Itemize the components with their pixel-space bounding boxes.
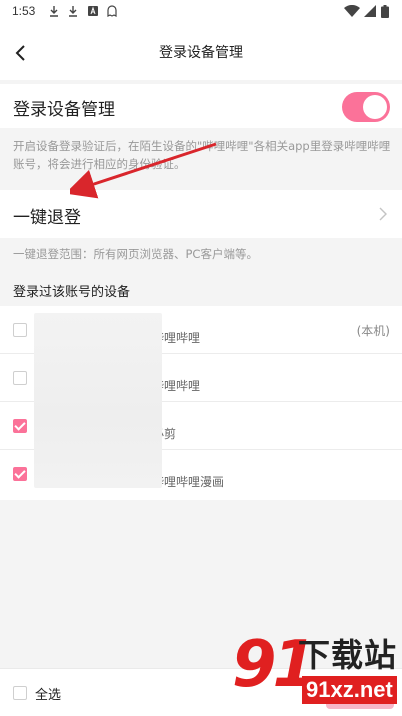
ghost-icon (107, 5, 117, 17)
download-icon (69, 6, 77, 17)
app-bar: 登录设备管理 (0, 24, 402, 80)
watermark-domain: 91xz.net (302, 676, 397, 704)
device-checkbox[interactable] (13, 323, 27, 337)
device-checkbox[interactable] (13, 371, 27, 385)
device-checkbox[interactable] (13, 467, 27, 481)
watermark-brand: 下载站 (298, 636, 398, 674)
wifi-icon (344, 5, 360, 17)
device-login-management-toggle[interactable] (342, 92, 390, 122)
annotation-arrow (70, 142, 217, 199)
device-app: 哔哩哔哩漫画 (152, 475, 225, 489)
device-login-management-label: 登录设备管理 (13, 100, 115, 120)
a-icon (88, 6, 98, 16)
battery-icon (381, 5, 389, 18)
toggle-knob (363, 95, 387, 119)
status-bar: 1:53 (0, 0, 402, 24)
devices-section-title: 登录过该账号的设备 (13, 285, 131, 300)
status-time: 1:53 (12, 4, 36, 18)
page-title: 登录设备管理 (159, 45, 243, 61)
chevron-right-icon (379, 207, 387, 221)
one-click-logout-description: 一键退登范围：所有网页浏览器、PC客户端等。 (13, 247, 258, 261)
signal-icon (364, 5, 376, 17)
site-watermark: 91 下载站 91xz.net (232, 626, 400, 712)
device-checkbox[interactable] (13, 419, 27, 433)
local-device-badge: (本机) (356, 324, 390, 338)
select-all-checkbox[interactable] (13, 686, 27, 700)
redacted-device-names (34, 313, 162, 488)
select-all-label: 全选 (35, 688, 62, 703)
device-login-management-row: 登录设备管理 (0, 84, 402, 128)
one-click-logout-label: 一键退登 (13, 208, 81, 228)
download-icon (50, 6, 58, 17)
